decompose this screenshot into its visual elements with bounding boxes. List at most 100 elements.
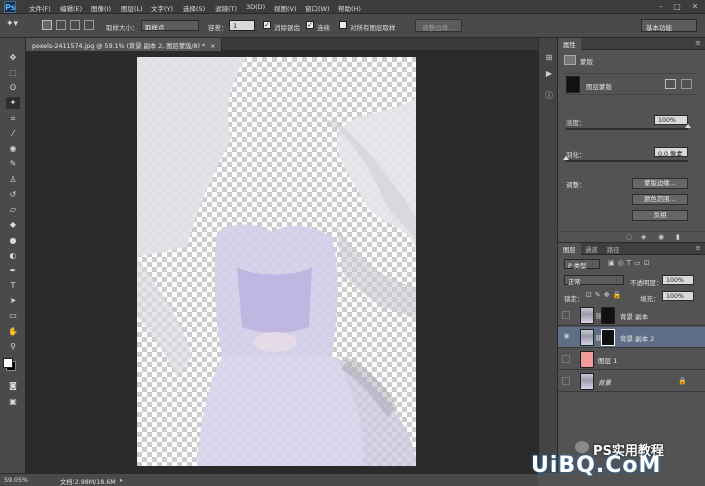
magic-wand-tool-preset-icon[interactable]: ✦▾ [6,19,22,32]
delete-mask-icon[interactable]: ▮ [676,233,680,241]
layer-row[interactable]: ⛓ 背景 副本 [558,305,705,326]
healing-brush-tool-icon[interactable]: ◉ [6,143,20,155]
move-tool-icon[interactable]: ✥ [6,52,20,64]
layer-name[interactable]: 背景 [598,377,611,387]
opacity-input[interactable]: 100% [662,275,694,285]
tab-channels[interactable]: 通道 [580,243,603,255]
actions-panel-icon[interactable]: ▶ [543,68,555,80]
tolerance-input[interactable]: 1 [229,20,255,31]
filter-icons[interactable]: ▣◎T▭⊡ [608,259,652,267]
info-panel-icon[interactable]: ⓘ [543,90,555,102]
quick-mask-icon[interactable]: ◙ [6,380,20,392]
menu-select[interactable]: 选择(S) [183,3,205,13]
layer-row[interactable]: ◉ ⛓ 背景 副本 2 [558,327,705,348]
pen-tool-icon[interactable]: ✒ [6,265,20,277]
menu-layer[interactable]: 图层(L) [121,3,143,13]
visibility-toggle[interactable] [562,377,570,385]
menu-edit[interactable]: 编辑(E) [60,3,82,13]
close-tab-icon[interactable]: × [210,43,215,50]
apply-mask-icon[interactable]: ◈ [641,233,646,241]
close-icon[interactable]: ✕ [688,2,702,12]
menu-image[interactable]: 图像(I) [91,3,111,13]
tab-properties[interactable]: 属性 [558,38,581,50]
dodge-tool-icon[interactable]: ◐ [6,250,20,262]
minimize-icon[interactable]: – [654,2,668,12]
eyedropper-tool-icon[interactable]: ⁄ [6,128,20,140]
history-panel-icon[interactable]: ⊞ [543,52,555,64]
maximize-icon[interactable]: □ [670,2,684,12]
mask-edge-button[interactable]: 蒙版边缘… [632,178,688,189]
layer-name[interactable]: 背景 副本 [620,311,648,321]
workspace-select[interactable]: 基本功能 [641,19,697,32]
feather-slider-track[interactable] [566,160,688,162]
document-tab[interactable]: pexels-2411574.jpg @ 59.1% (背景 副本 2, 图层蒙… [26,38,223,51]
antialias-checkbox[interactable]: ✓ [263,21,271,29]
menu-3d[interactable]: 3D(D) [246,3,265,11]
crop-tool-icon[interactable]: ⌗ [6,113,20,125]
subtract-selection-icon[interactable] [70,20,80,30]
brush-tool-icon[interactable]: ✎ [6,158,20,170]
density-input[interactable]: 100% [654,115,688,125]
layers-tabbar: 图层 通道 路径 ≡ [558,243,705,255]
blend-mode-select[interactable]: 正常 [564,275,624,286]
menu-view[interactable]: 视图(V) [274,3,297,13]
history-brush-tool-icon[interactable]: ↺ [6,189,20,201]
density-slider-knob[interactable] [685,124,691,128]
fill-input[interactable]: 100% [662,291,694,301]
eye-icon[interactable]: ◉ [562,332,571,341]
menu-help[interactable]: 帮助(H) [338,3,361,13]
add-selection-icon[interactable] [56,20,66,30]
layer-row[interactable]: 图层 1 [558,349,705,370]
lock-icons[interactable]: ⊡✎✥🔒 [586,291,624,299]
sample-size-select[interactable]: 取样点 [141,20,199,31]
zoom-level[interactable]: 59.05% [4,477,28,484]
tab-paths[interactable]: 路径 [602,243,625,255]
pixel-mask-icon[interactable] [665,79,676,89]
menu-filter[interactable]: 滤镜(T) [215,3,237,13]
path-selection-tool-icon[interactable]: ➤ [6,295,20,307]
panel-menu-icon[interactable]: ≡ [695,39,701,47]
contiguous-checkbox[interactable]: ✓ [306,21,314,29]
invert-button[interactable]: 反相 [632,210,688,221]
disable-mask-icon[interactable]: ◉ [658,233,664,241]
screen-mode-icon[interactable]: ▣ [6,396,20,408]
document-canvas[interactable] [137,57,416,466]
foreground-color-swatch[interactable] [3,358,13,368]
feather-slider-knob[interactable] [563,156,569,160]
layer-mask-thumbnail[interactable] [601,329,615,346]
vector-mask-icon[interactable] [681,79,692,89]
intersect-selection-icon[interactable] [84,20,94,30]
density-slider-track[interactable] [566,128,688,130]
status-menu-arrow-icon[interactable]: ▸ [120,477,123,484]
color-range-button[interactable]: 颜色范围… [632,194,688,205]
layer-mask-thumbnail[interactable] [601,307,615,324]
paint-bucket-tool-icon[interactable]: ◆ [6,219,20,231]
menu-type[interactable]: 文字(Y) [151,3,173,13]
eraser-tool-icon[interactable]: ▱ [6,204,20,216]
visibility-toggle[interactable] [562,311,570,319]
visibility-toggle[interactable] [562,355,570,363]
layer-row[interactable]: 背景 🔒 [558,371,705,392]
marquee-tool-icon[interactable]: ⬚ [6,67,20,79]
menu-window[interactable]: 窗口(W) [305,3,330,13]
refine-edge-button[interactable]: 调整边缘… [415,19,462,32]
layer-name[interactable]: 背景 副本 2 [620,333,654,343]
new-selection-icon[interactable] [42,20,52,30]
lasso-tool-icon[interactable]: ʘ [6,82,20,94]
layer-name[interactable]: 图层 1 [598,355,617,365]
magic-wand-tool-icon[interactable]: ✦ [6,97,20,109]
layer-filter-select[interactable]: P 类型 [564,259,600,270]
all-layers-checkbox[interactable] [339,21,347,29]
load-selection-icon[interactable]: ◌ [626,233,632,241]
blur-tool-icon[interactable]: ● [6,235,20,247]
layers-menu-icon[interactable]: ≡ [695,244,701,252]
type-tool-icon[interactable]: T [6,280,20,292]
hand-tool-icon[interactable]: ✋ [6,326,20,338]
menu-file[interactable]: 文件(F) [29,3,51,13]
zoom-tool-icon[interactable]: ⚲ [6,341,20,353]
shape-tool-icon[interactable]: ▭ [6,310,20,322]
tab-layers[interactable]: 图层 [558,243,581,255]
feather-input[interactable]: 0.0 像素 [654,147,688,158]
clone-stamp-tool-icon[interactable]: ♙ [6,174,20,186]
canvas-area[interactable] [26,51,538,473]
